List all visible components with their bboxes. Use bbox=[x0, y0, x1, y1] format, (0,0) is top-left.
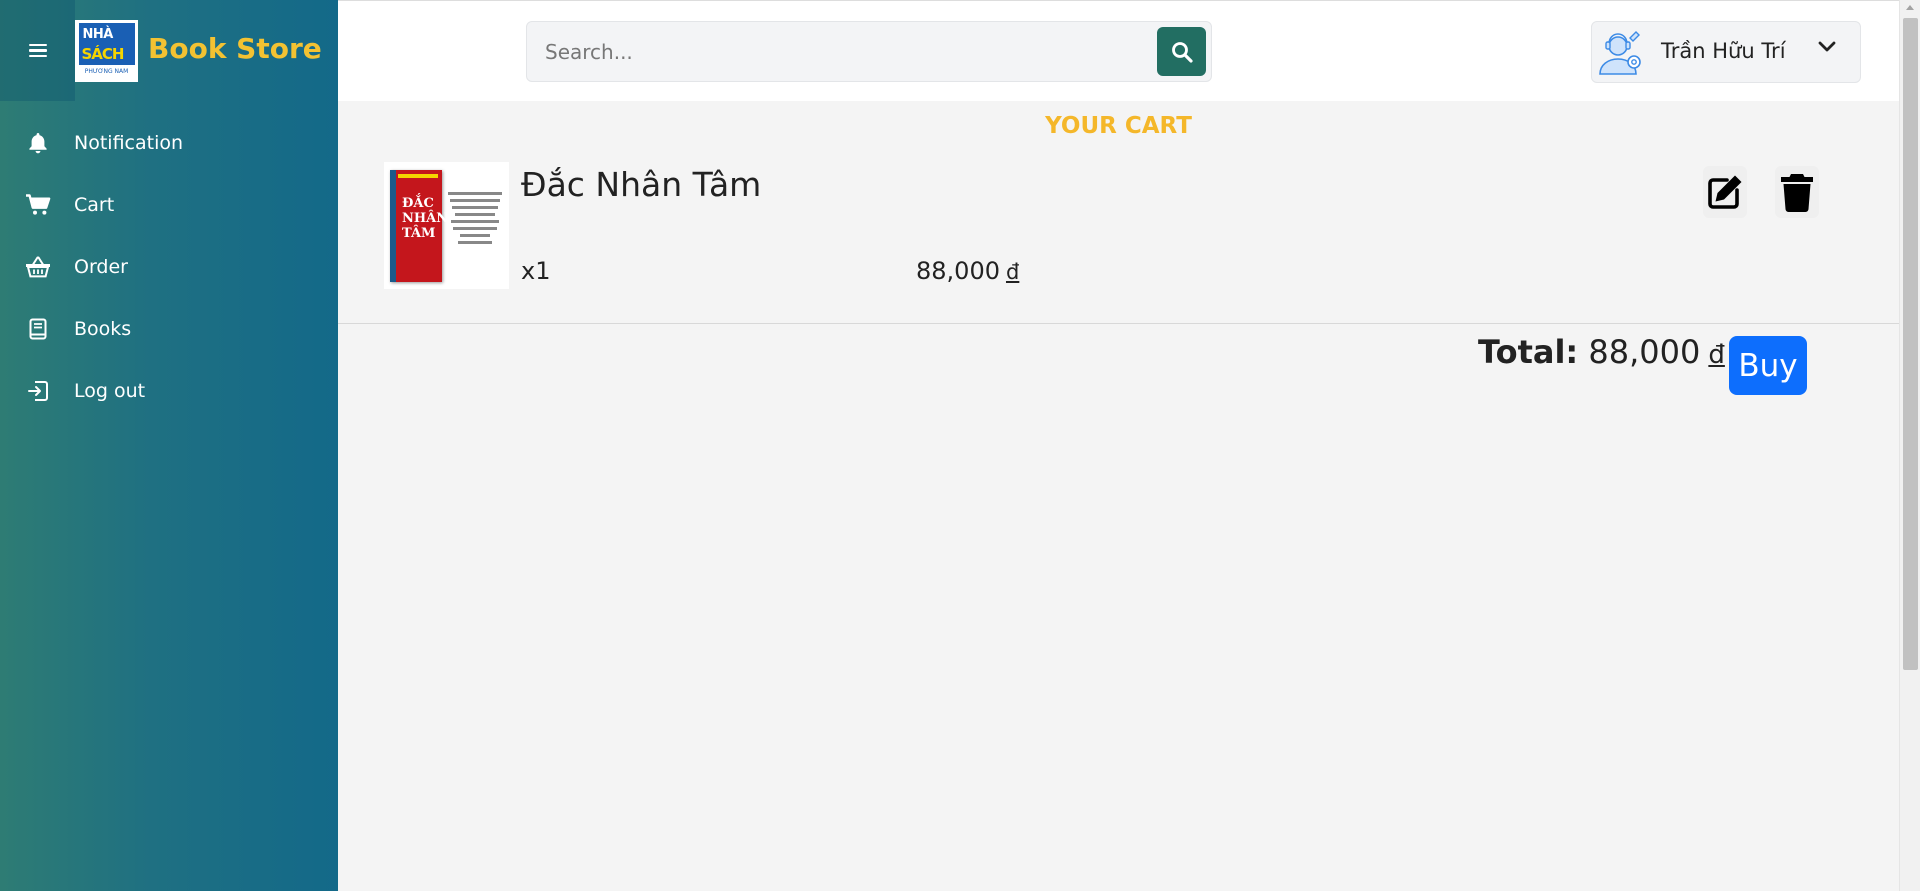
sidebar-item-label: Books bbox=[74, 318, 132, 340]
item-currency: đ bbox=[1005, 260, 1020, 284]
basket-icon bbox=[24, 253, 52, 281]
book-title: Đắc Nhân Tâm bbox=[521, 165, 762, 204]
cart-item: ĐẮC NHÂN TÂM Đắc Nhân Tâm x1 88,000 đ bbox=[338, 151, 1899, 324]
sidebar-item-books[interactable]: Books bbox=[0, 298, 338, 360]
page-title: YOUR CART bbox=[1045, 113, 1192, 139]
sidebar-item-label: Order bbox=[74, 256, 128, 278]
logo-text-top: NHÀ bbox=[82, 27, 114, 42]
search-icon bbox=[1171, 41, 1193, 63]
logo-text-bottom: PHƯƠNG NAM bbox=[78, 65, 135, 79]
user-menu[interactable]: Trần Hữu Trí bbox=[1591, 21, 1861, 83]
logo-text-mid: SÁCH bbox=[81, 45, 125, 63]
hamburger-icon bbox=[28, 43, 47, 58]
sidebar-item-label: Log out bbox=[74, 380, 146, 402]
logo[interactable]: NHÀ SÁCH PHƯƠNG NAM bbox=[75, 20, 138, 82]
logo-image: NHÀ SÁCH PHƯƠNG NAM bbox=[78, 23, 135, 79]
bell-icon bbox=[24, 129, 52, 157]
avatar bbox=[1599, 31, 1641, 75]
chevron-down-icon bbox=[1818, 41, 1836, 52]
item-price: 88,000 đ bbox=[916, 257, 1019, 285]
brand-name: Book Store bbox=[148, 32, 322, 65]
sidebar-nav: Notification Cart Order Books Log out bbox=[0, 112, 338, 422]
top-header: Trần Hữu Trí bbox=[338, 0, 1899, 101]
edit-item-button[interactable] bbox=[1703, 166, 1747, 218]
item-quantity: x1 bbox=[521, 257, 551, 285]
cart-page: YOUR CART ĐẮC NHÂN TÂM Đắc Nhân Tâm x1 8… bbox=[338, 101, 1899, 891]
book-cover-title: ĐẮC NHÂN TÂM bbox=[402, 196, 449, 241]
page-scrollbar[interactable] bbox=[1899, 0, 1920, 891]
search-button[interactable] bbox=[1157, 27, 1206, 76]
search-input[interactable] bbox=[527, 22, 1147, 81]
sidebar-item-notification[interactable]: Notification bbox=[0, 112, 338, 174]
cart-total: Total: 88,000 đ bbox=[1478, 333, 1725, 371]
sidebar-item-logout[interactable]: Log out bbox=[0, 360, 338, 422]
sidebar-item-label: Notification bbox=[74, 132, 184, 154]
trash-icon bbox=[1781, 174, 1813, 212]
scroll-up-arrow-icon[interactable] bbox=[1906, 5, 1914, 10]
total-value: 88,000 bbox=[1588, 333, 1701, 371]
scrollbar-thumb[interactable] bbox=[1903, 18, 1918, 670]
book-cover-image[interactable]: ĐẮC NHÂN TÂM bbox=[384, 162, 509, 289]
book-icon bbox=[24, 315, 52, 343]
logout-icon bbox=[24, 377, 52, 405]
total-currency: đ bbox=[1708, 340, 1725, 370]
sidebar-item-cart[interactable]: Cart bbox=[0, 174, 338, 236]
sidebar-item-label: Cart bbox=[74, 194, 115, 216]
item-price-value: 88,000 bbox=[916, 257, 1000, 285]
sidebar-item-order[interactable]: Order bbox=[0, 236, 338, 298]
buy-button[interactable]: Buy bbox=[1729, 336, 1807, 395]
sidebar: NHÀ SÁCH PHƯƠNG NAM Book Store Notificat… bbox=[0, 0, 338, 891]
delete-item-button[interactable] bbox=[1775, 166, 1819, 218]
total-label: Total: bbox=[1478, 333, 1579, 371]
book-cover-quote bbox=[446, 188, 504, 248]
search-bar bbox=[526, 21, 1212, 82]
menu-toggle-button[interactable] bbox=[0, 0, 75, 101]
cart-icon bbox=[24, 191, 52, 219]
user-name: Trần Hữu Trí bbox=[1661, 39, 1786, 63]
book-cover: ĐẮC NHÂN TÂM bbox=[390, 170, 448, 282]
edit-icon bbox=[1708, 175, 1742, 209]
